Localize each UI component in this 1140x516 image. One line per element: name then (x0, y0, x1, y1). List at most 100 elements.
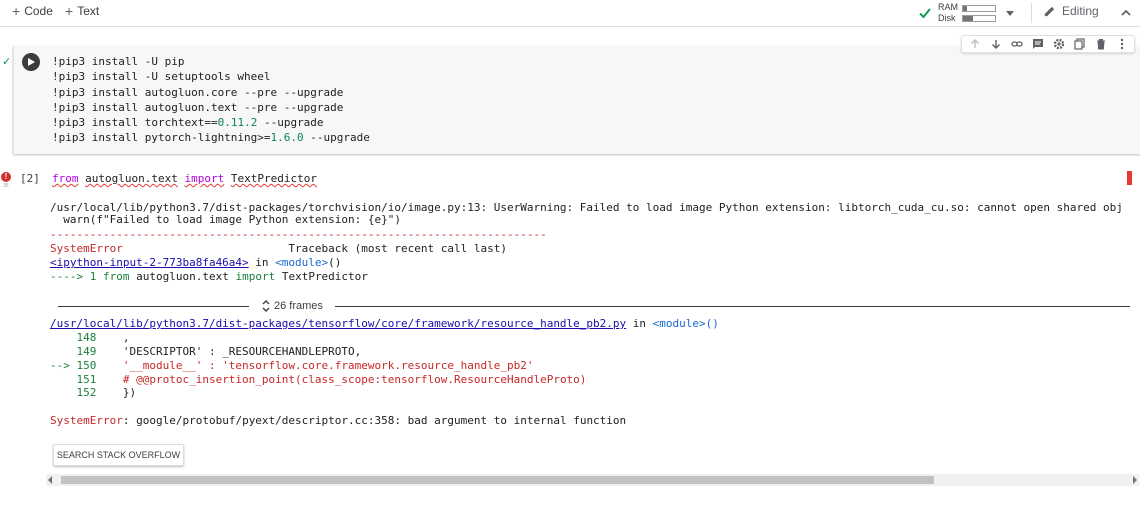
frames-count: 26 frames (274, 300, 323, 312)
add-code-label: Code (24, 4, 53, 18)
source-line: 149 'DESCRIPTOR' : _RESOURCEHANDLEPROTO, (50, 345, 361, 358)
add-text-label: Text (77, 4, 100, 18)
error-indicator-icon: ! (1, 172, 11, 182)
chevron-up-icon[interactable] (1119, 6, 1133, 20)
frames-divider-right (335, 306, 1130, 307)
mirror-cell-icon[interactable] (1073, 38, 1086, 50)
module-parens: () (328, 256, 342, 269)
code-line: !pip3 install autogluon.text --pre --upg… (52, 100, 344, 114)
collapsed-frames-toggle[interactable]: 26 frames (58, 299, 1130, 313)
arrow-name: TextPredictor (275, 270, 368, 283)
execution-count[interactable]: [2] (20, 172, 40, 185)
more-options-icon[interactable] (1116, 38, 1128, 50)
editing-mode-button[interactable]: Editing (1043, 4, 1099, 18)
error-type: SystemError (50, 414, 123, 427)
keyword-import: import (235, 270, 276, 283)
move-down-icon[interactable] (990, 38, 1002, 50)
import-name: TextPredictor (230, 172, 317, 185)
traceback-header: SystemError Traceback (most recent call … (50, 242, 507, 255)
source-line: 148 , (50, 331, 129, 344)
keyword-from: from (52, 172, 79, 185)
version-number: 1.6.0 (270, 131, 304, 145)
frames-divider-left (58, 306, 249, 307)
line-number: 149 (50, 345, 97, 358)
resource-bars (962, 4, 996, 22)
line-number: 151 (50, 373, 97, 386)
pencil-icon (1044, 6, 1055, 16)
keyword-import: import (184, 172, 225, 185)
line-code: , (96, 331, 130, 344)
horizontal-scrollbar[interactable] (46, 474, 1139, 486)
disk-bar (962, 14, 996, 22)
module-parens: () (705, 317, 719, 330)
source-line: 151 # @@protoc_insertion_point(class_sco… (50, 373, 586, 386)
code-line: !pip3 install -U pip (52, 55, 185, 68)
module-name: autogluon.text (85, 172, 178, 185)
line-code: # @@protoc_insertion_point(class_scope:t… (96, 373, 587, 386)
scroll-right-arrow-icon[interactable] (1133, 476, 1137, 484)
line-number: 152 (50, 386, 97, 399)
cell-toolbar (961, 35, 1135, 53)
traceback-label: Traceback (most recent call last) (122, 242, 507, 255)
scroll-left-arrow-icon[interactable] (48, 476, 52, 484)
module-word: <module> (275, 256, 329, 269)
frames-label-group: 26 frames (261, 299, 323, 313)
ram-label: RAM (938, 2, 958, 12)
cell-success-check-icon: ✓ (2, 56, 12, 68)
file-path-link[interactable]: /usr/local/lib/python3.7/dist-packages/t… (50, 317, 626, 330)
play-icon (28, 58, 35, 66)
line-code: '__module__' : 'tensorflow.core.framewor… (96, 359, 534, 372)
delete-icon[interactable] (1095, 38, 1107, 50)
module-word: <module> (652, 317, 706, 330)
ram-bar (962, 4, 996, 12)
traceback-file-line: /usr/local/lib/python3.7/dist-packages/t… (50, 317, 719, 330)
code-line: !pip3 install autogluon.core --pre --upg… (52, 85, 344, 99)
resources-dropdown-icon[interactable] (1006, 10, 1014, 16)
line-code: 'DESCRIPTOR' : _RESOURCEHANDLEPROTO, (96, 345, 362, 358)
notebook-toolbar: + Code + Text RAM Disk Editing (0, 0, 1140, 27)
disk-bar-fill (963, 15, 973, 21)
in-word: in (626, 317, 653, 330)
search-stack-overflow-button[interactable]: SEARCH STACK OVERFLOW (53, 444, 184, 466)
line-code: }) (96, 386, 137, 399)
editing-label: Editing (1062, 4, 1099, 18)
code-line: !pip3 install -U setuptools wheel (52, 70, 271, 84)
source-line-current: --> 150 '__module__' : 'tensorflow.core.… (50, 359, 533, 372)
add-code-button[interactable]: + Code (12, 4, 53, 18)
arrow-module: autogluon.text (129, 270, 236, 283)
keyword-from: from (102, 270, 130, 283)
resource-labels: RAM Disk (938, 2, 958, 24)
final-error-line: SystemError: google/protobuf/pyext/descr… (50, 414, 626, 427)
move-up-icon[interactable] (969, 38, 981, 50)
expand-icon (262, 300, 270, 312)
source-line: 152 }) (50, 386, 136, 399)
scrollbar-thumb[interactable] (61, 476, 934, 484)
cell-1-code[interactable]: !pip3 install -U pip !pip3 install -U se… (52, 54, 370, 146)
comment-icon[interactable] (1032, 38, 1044, 50)
toolbar-divider (1031, 3, 1032, 23)
run-cell-button[interactable] (22, 53, 40, 71)
version-number: 0.11.2 (217, 116, 258, 130)
add-text-button[interactable]: + Text (65, 4, 99, 18)
checkmark-icon (919, 8, 931, 19)
code-line-pre: !pip3 install torchtext== (52, 116, 218, 130)
cell-2-code[interactable]: from autogluon.text import TextPredictor (52, 172, 317, 185)
ipython-input-link[interactable]: <ipython-input-2-773ba8fa46a4> (50, 256, 249, 269)
line-number: --> 150 (50, 359, 97, 372)
code-line-post: --upgrade (257, 116, 324, 130)
plus-icon: + (65, 3, 74, 19)
line-number: 148 (50, 331, 97, 344)
code-line-post: --upgrade (303, 131, 370, 145)
traceback-input-line: <ipython-input-2-773ba8fa46a4> in <modul… (50, 256, 341, 269)
in-word: in (248, 256, 276, 269)
error-scroll-marker (1127, 171, 1132, 185)
link-icon[interactable] (1010, 38, 1023, 50)
code-line-pre: !pip3 install pytorch-lightning>= (52, 131, 271, 145)
error-subscript: 35 (3, 183, 9, 189)
gear-icon[interactable] (1053, 38, 1065, 50)
traceback-arrow-line: ----> 1 from autogluon.text import TextP… (50, 270, 368, 283)
resources-indicator[interactable]: RAM Disk (918, 0, 1014, 26)
plus-icon: + (12, 3, 21, 19)
ram-bar-fill (963, 5, 967, 11)
traceback-separator: ----------------------------------------… (50, 228, 547, 241)
